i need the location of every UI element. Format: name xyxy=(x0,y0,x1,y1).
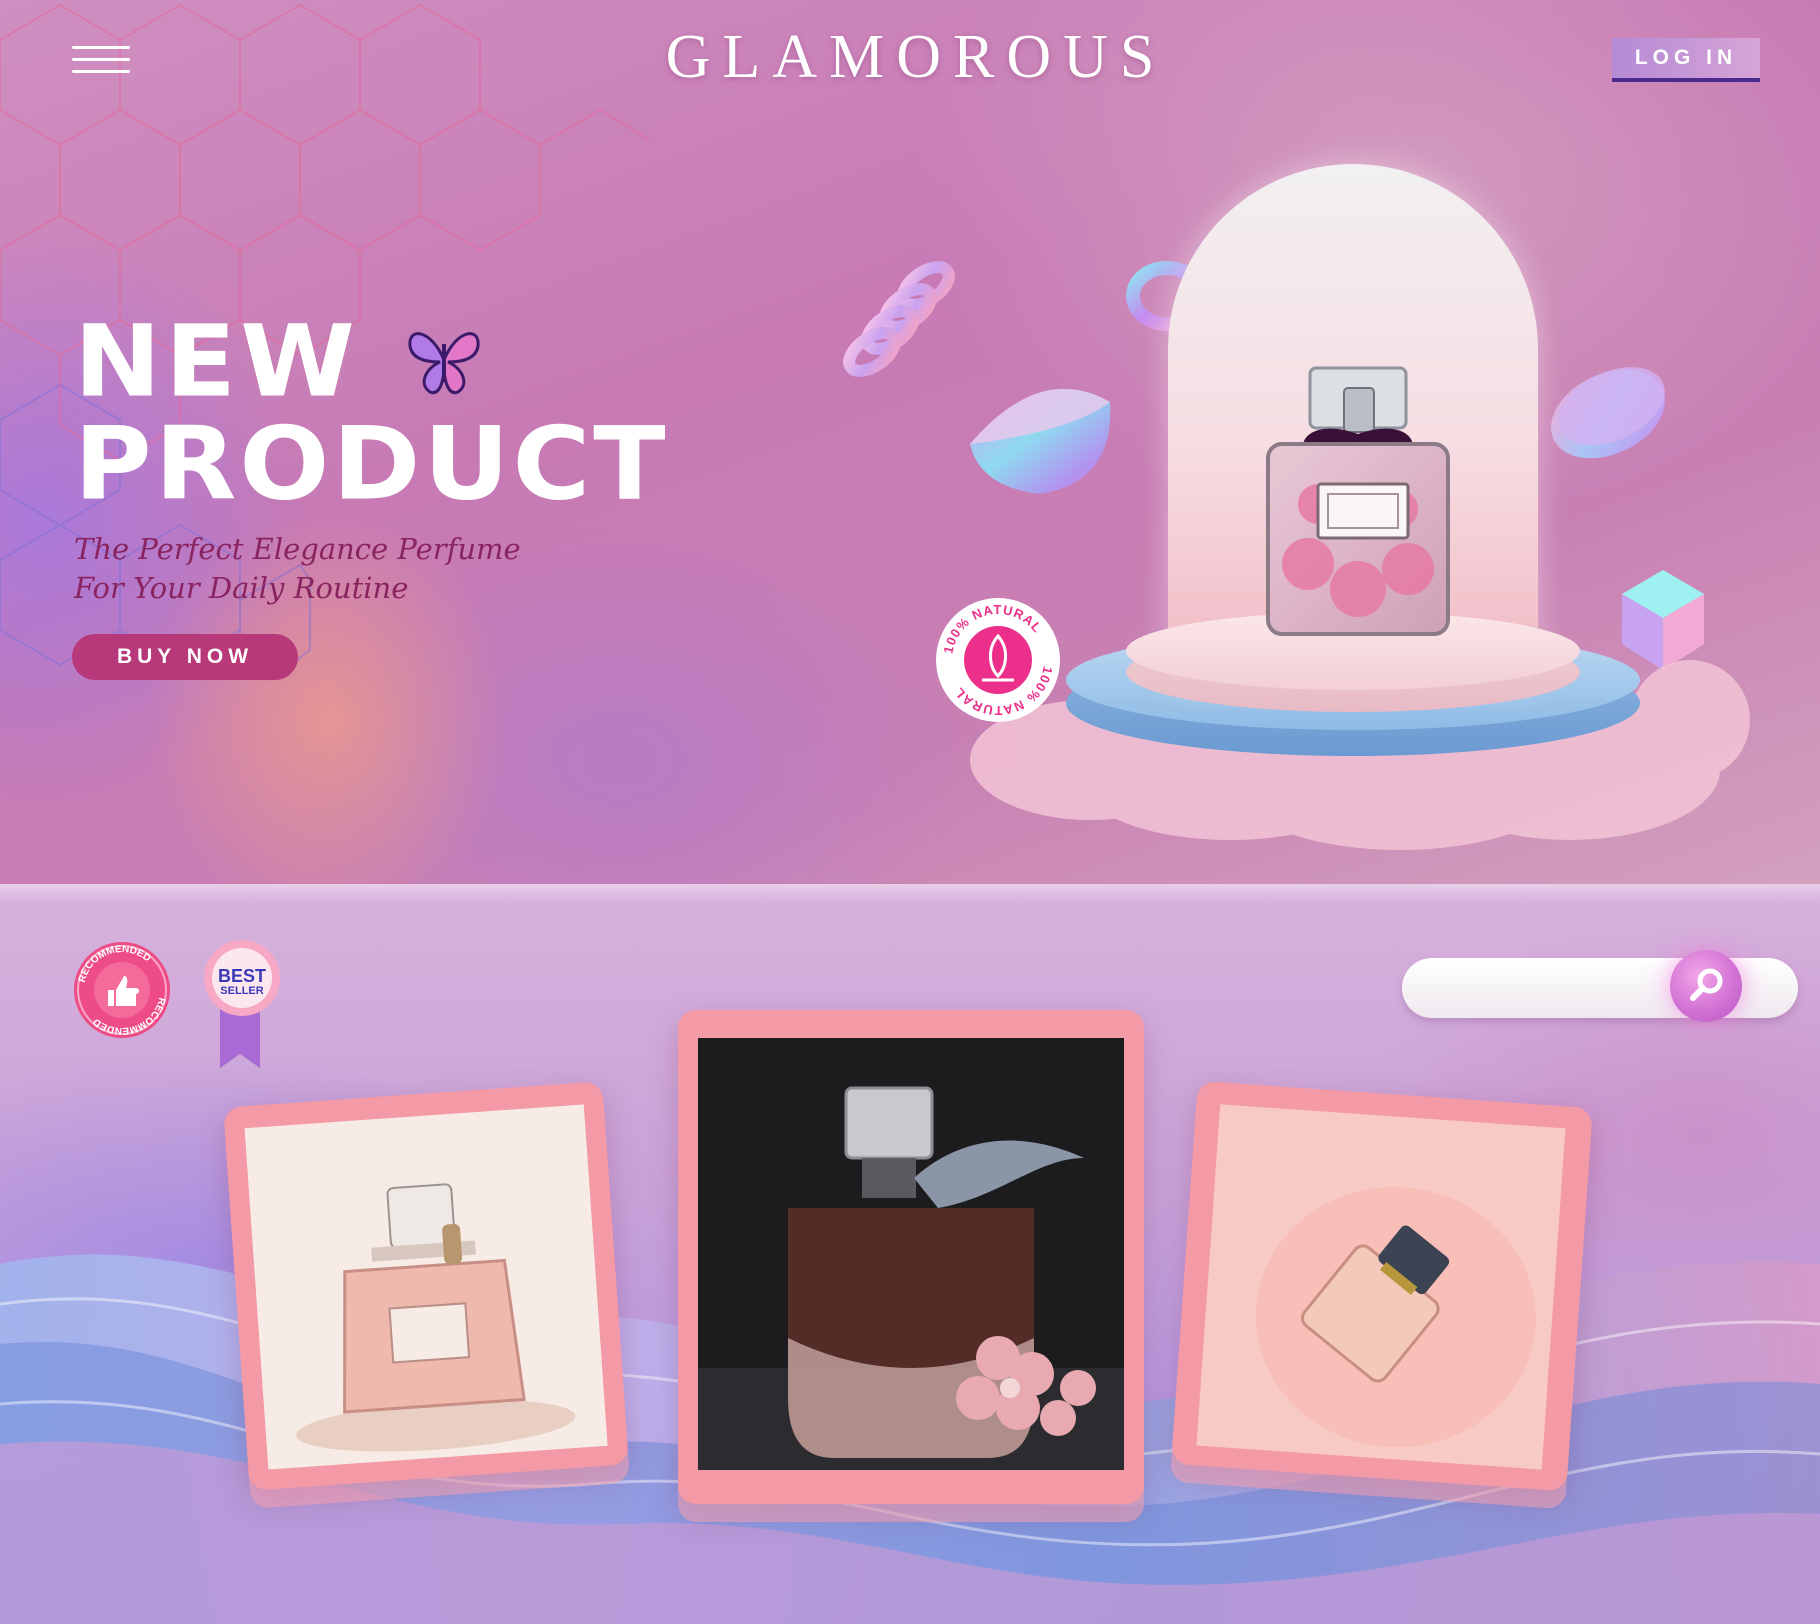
product-image-center xyxy=(698,1038,1124,1470)
search-icon xyxy=(1690,968,1723,1001)
product-card-left[interactable] xyxy=(223,1081,629,1491)
hero-section: GLAMOROUS LOG IN NEW PRODUCT The Perfect… xyxy=(0,0,1820,884)
holographic-disc-icon xyxy=(1551,367,1665,459)
search-button[interactable] xyxy=(1670,950,1742,1022)
product-image-right xyxy=(1196,1104,1566,1470)
svg-text:SELLER: SELLER xyxy=(220,985,263,997)
natural-badge: 100% NATURAL 100% NATURAL xyxy=(936,598,1060,722)
svg-text:BEST: BEST xyxy=(218,966,266,986)
butterfly-icon xyxy=(408,332,480,395)
headline-line-2: PRODUCT xyxy=(74,405,669,523)
hero-tagline: The Perfect Elegance Perfume For Your Da… xyxy=(74,532,521,605)
holographic-hemisphere-icon xyxy=(970,388,1111,494)
buy-now-button[interactable]: BUY NOW xyxy=(72,634,298,680)
recommended-badge: RECOMMENDED RECOMMENDED xyxy=(74,942,170,1038)
brand-logo[interactable]: GLAMOROUS xyxy=(0,22,1820,93)
login-button[interactable]: LOG IN xyxy=(1612,38,1760,82)
headline-line-1: NEW xyxy=(74,303,359,420)
product-card-right[interactable] xyxy=(1171,1080,1593,1492)
featured-perfume-image[interactable] xyxy=(1248,364,1468,644)
section-divider xyxy=(0,884,1820,902)
product-image-left xyxy=(244,1104,608,1470)
best-seller-badge: BEST SELLER xyxy=(204,940,280,1068)
holographic-spring-icon xyxy=(843,261,955,377)
product-card-center[interactable] xyxy=(678,1010,1144,1504)
